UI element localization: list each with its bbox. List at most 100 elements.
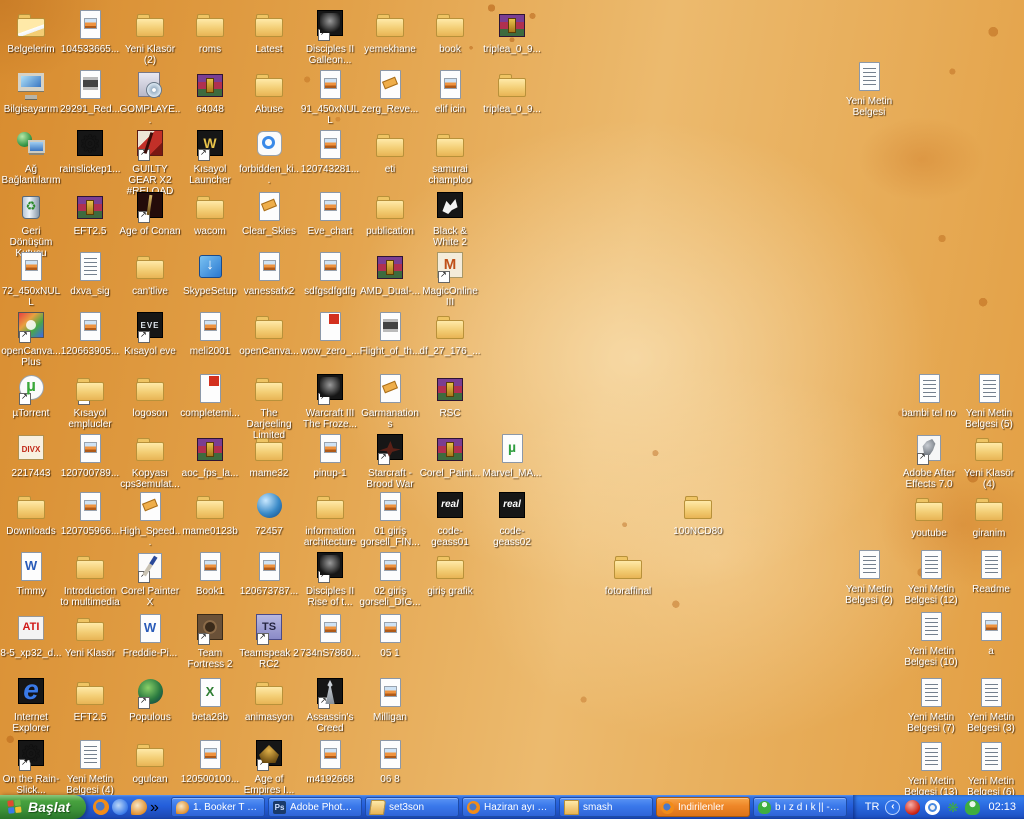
desktop-icon[interactable]: 72457 (238, 490, 300, 537)
desktop-icon[interactable]: information architecture (299, 490, 361, 548)
desktop-icon[interactable]: logoson (119, 372, 181, 419)
desktop-icon[interactable]: EFT2.5 (59, 190, 121, 237)
desktop-icon[interactable]: 05 1 (359, 612, 421, 659)
desktop-icon[interactable]: Adobe After Effects 7.0 (898, 432, 960, 490)
desktop-icon[interactable]: Kısayol Launcher (179, 128, 241, 186)
desktop-icon[interactable]: rainslickep1... (59, 128, 121, 175)
desktop-icon[interactable]: 120705966... (59, 490, 121, 537)
desktop-icon[interactable]: 29291_Red... (59, 68, 121, 115)
desktop-icon[interactable]: Book1 (179, 550, 241, 597)
taskbar-button[interactable]: smash (559, 797, 654, 817)
desktop-icon[interactable]: Milligan (359, 676, 421, 723)
desktop[interactable]: Belgelerim 104533665... Yeni Klasör (2) rom… (0, 0, 1024, 798)
red-status-icon[interactable] (905, 799, 921, 815)
desktop-icon[interactable]: Kısayol eve (119, 310, 181, 357)
clock[interactable]: 02:13 (988, 801, 1016, 813)
desktop-icon[interactable]: zerg_Reve... (359, 68, 421, 115)
desktop-icon[interactable]: On the Rain-Slick... (0, 738, 62, 796)
desktop-icon[interactable]: publication (359, 190, 421, 237)
desktop-icon[interactable]: Assassin's Creed (299, 676, 361, 734)
desktop-icon[interactable]: 734nS7860... (299, 612, 361, 659)
desktop-icon[interactable]: Black & White 2 (419, 190, 481, 248)
desktop-icon[interactable]: Disciples II Galleon... (299, 8, 361, 66)
paint-icon[interactable] (131, 799, 148, 815)
ie-icon[interactable] (112, 799, 129, 815)
desktop-icon[interactable]: Yeni Metin Belgesi (3) (960, 676, 1022, 734)
desktop-icon[interactable]: animasyon (238, 676, 300, 723)
desktop-icon[interactable]: Kısayol emplucler (59, 372, 121, 430)
desktop-icon[interactable]: triplea_0_9... (481, 68, 543, 115)
desktop-icon[interactable]: Populous (119, 676, 181, 723)
desktop-icon[interactable]: Corel Painter X (119, 550, 181, 608)
desktop-icon[interactable]: ogulcan (119, 738, 181, 785)
desktop-icon[interactable]: 8-5_xp32_d... (0, 612, 62, 659)
desktop-icon[interactable]: The Darjeeling Limited (238, 372, 300, 441)
desktop-icon[interactable]: Abuse (238, 68, 300, 115)
desktop-icon[interactable]: book (419, 8, 481, 55)
msn-buddy-icon[interactable] (965, 799, 981, 815)
desktop-icon[interactable]: 01 giriş gorsell_FIN... (359, 490, 421, 548)
desktop-icon[interactable]: AMD_Dual-... (359, 250, 421, 297)
desktop-icon[interactable]: 02 giriş gorseli_DIG... (359, 550, 421, 608)
desktop-icon[interactable]: forbidden_ki... (238, 128, 300, 186)
desktop-icon[interactable]: GOMPLAYE... (119, 68, 181, 126)
desktop-icon[interactable]: Age of Empires I... (238, 738, 300, 796)
desktop-icon[interactable]: Garmanations (359, 372, 421, 430)
desktop-icon[interactable]: Internet Explorer (0, 674, 62, 734)
desktop-icon[interactable]: roms (179, 8, 241, 55)
desktop-icon[interactable]: code-geass02 (481, 490, 543, 548)
desktop-icon[interactable]: bambi tel no (898, 372, 960, 419)
desktop-icon[interactable]: vanessafx2 (238, 250, 300, 297)
desktop-icon[interactable]: pinup-1 (299, 432, 361, 479)
desktop-icon[interactable]: Team Fortress 2 (179, 612, 241, 670)
desktop-icon[interactable]: Timmy (0, 550, 62, 597)
desktop-icon[interactable]: Introduction to multimedia (59, 550, 121, 608)
desktop-icon[interactable]: 120700789... (59, 432, 121, 479)
taskbar-button[interactable]: İndirilenler (656, 797, 751, 817)
desktop-icon[interactable]: 06 8 (359, 738, 421, 785)
desktop-icon[interactable]: EFT2.5 (59, 676, 121, 723)
start-button[interactable]: Başlat (0, 795, 87, 819)
desktop-icon[interactable]: Belgelerim (0, 8, 62, 55)
desktop-icon[interactable]: a (960, 610, 1022, 657)
taskbar-button[interactable]: Adobe Photos... (268, 797, 363, 817)
taskbar-button[interactable]: b ı z d ı k || - C... (753, 797, 848, 817)
desktop-icon[interactable]: GUILTY GEAR X2 #RELOAD (119, 128, 181, 197)
desktop-icon[interactable]: openCanva... (238, 310, 300, 357)
desktop-icon[interactable]: mame0123b (179, 490, 241, 537)
desktop-icon[interactable]: df_27_176_... (419, 310, 481, 357)
desktop-icon[interactable]: Bilgisayarım (0, 68, 62, 115)
desktop-icon[interactable]: wacom (179, 190, 241, 237)
ring-app-icon[interactable] (925, 799, 941, 815)
desktop-icon[interactable]: µTorrent (0, 372, 62, 419)
desktop-icon[interactable]: beta26b (179, 676, 241, 723)
desktop-icon[interactable]: RSC (419, 372, 481, 419)
desktop-icon[interactable]: Teamspeak 2 RC2 (238, 612, 300, 670)
desktop-icon[interactable]: Yeni Klasör (2) (119, 8, 181, 66)
desktop-icon[interactable]: Readme (960, 548, 1022, 595)
desktop-icon[interactable]: aoc_fps_la... (179, 432, 241, 479)
desktop-icon[interactable]: Starcraft - Brood War (359, 432, 421, 490)
desktop-icon[interactable]: completemi... (179, 372, 241, 419)
desktop-icon[interactable]: Age of Conan (119, 190, 181, 237)
desktop-icon[interactable]: Downloads (0, 490, 62, 537)
desktop-icon[interactable]: Yeni Metin Belgesi (13) (900, 740, 962, 798)
desktop-icon[interactable]: Warcraft III The Froze... (299, 372, 361, 430)
desktop-icon[interactable]: wow_zero_... (299, 310, 361, 357)
desktop-icon[interactable]: mame32 (238, 432, 300, 479)
desktop-icon[interactable]: giriş grafik (419, 550, 481, 597)
desktop-icon[interactable]: 100NCD80 (667, 490, 729, 537)
language-indicator[interactable]: TR (865, 801, 880, 813)
desktop-icon[interactable]: Yeni Metin Belgesi (4) (59, 738, 121, 796)
desktop-icon[interactable]: sdfgsdfgdfg (299, 250, 361, 297)
desktop-icon[interactable]: Latest (238, 8, 300, 55)
desktop-icon[interactable]: Ağ Bağlantılarım (0, 128, 62, 186)
desktop-icon[interactable]: can'tlive (119, 250, 181, 297)
desktop-icon[interactable]: dxva_sig (59, 250, 121, 297)
desktop-icon[interactable]: MagicOnline III (419, 250, 481, 308)
collapse-chevron-icon[interactable] (885, 799, 901, 815)
desktop-icon[interactable]: Marvel_MA... (481, 432, 543, 479)
desktop-icon[interactable]: Disciples II Rise of t... (299, 550, 361, 608)
green-flower-icon[interactable] (945, 800, 960, 815)
desktop-icon[interactable]: Corel_Paint... (419, 432, 481, 479)
